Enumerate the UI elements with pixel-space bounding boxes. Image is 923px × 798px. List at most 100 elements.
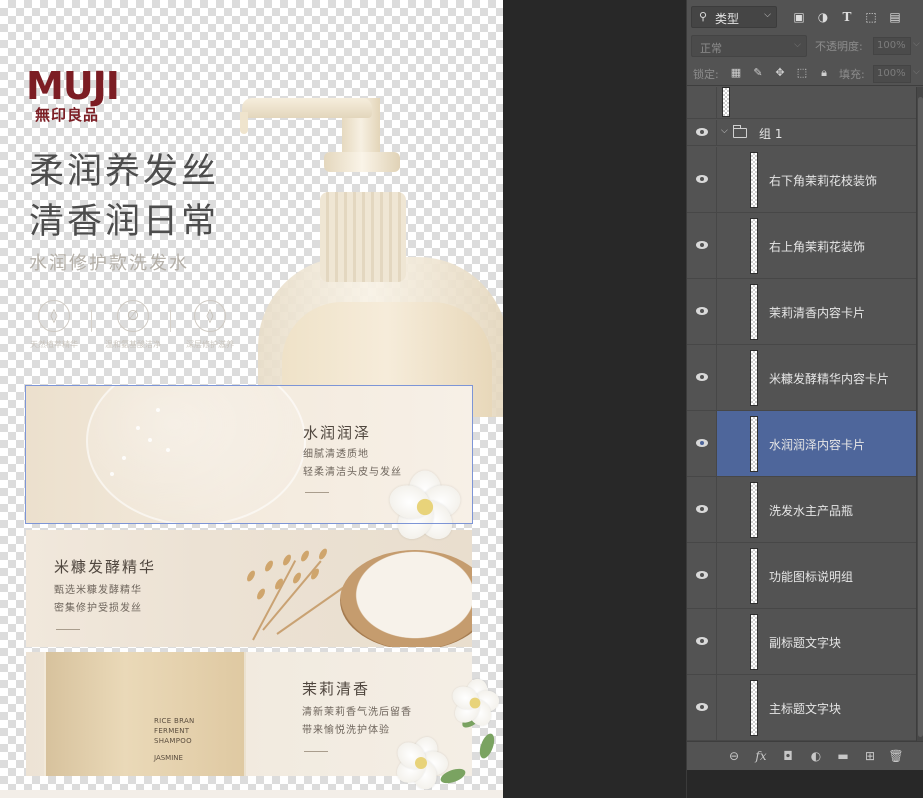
visibility-cell[interactable] xyxy=(687,675,717,740)
bottle-label-variant: JASMINE xyxy=(154,754,183,762)
rice-grain xyxy=(299,549,311,563)
rice-bowl-image xyxy=(340,550,472,647)
flower-center xyxy=(469,697,481,709)
eye-icon[interactable] xyxy=(696,240,708,249)
new-layer-icon[interactable]: ⊞ xyxy=(861,747,879,765)
add-mask-icon[interactable]: ◘ xyxy=(779,747,797,765)
layer-name: 茉莉清香内容卡片 xyxy=(769,305,866,320)
visibility-cell[interactable] xyxy=(687,147,717,212)
headline-line-2: 清香润日常 xyxy=(29,202,220,242)
fx-icon[interactable]: fx xyxy=(752,747,770,765)
lock-artboard-icon[interactable]: ⬚ xyxy=(795,66,809,80)
visibility-cell[interactable] xyxy=(687,279,717,344)
pump-collar xyxy=(324,152,400,172)
gel-bubble xyxy=(110,472,114,476)
shape-filter-icon[interactable]: ⬚ xyxy=(863,9,879,25)
layer-row[interactable]: 功能图标说明组 xyxy=(687,543,916,609)
trash-icon[interactable]: 🗑︎ xyxy=(887,747,905,765)
feature-divider xyxy=(91,310,92,332)
eye-icon[interactable] xyxy=(696,306,708,315)
eye-icon[interactable] xyxy=(696,128,708,136)
eye-icon[interactable] xyxy=(696,702,708,711)
eye-icon[interactable] xyxy=(696,636,708,645)
lock-position-icon[interactable]: ✥ xyxy=(773,66,787,80)
layer-row[interactable] xyxy=(687,87,916,119)
visibility-cell[interactable] xyxy=(687,120,717,146)
document-canvas[interactable]: MUJI 無印良品 柔润养发丝 清香润日常 水润修护款洗发水 ◊ 天然植萃精华 … xyxy=(0,0,503,798)
lock-transparency-icon[interactable]: ▦ xyxy=(729,66,743,80)
eye-icon[interactable] xyxy=(696,504,708,513)
group-name: 组 1 xyxy=(759,127,783,141)
layer-thumbnail xyxy=(750,482,758,538)
lock-all-icon[interactable]: 🔒︎ xyxy=(817,66,831,80)
layer-name: 右下角茉莉花枝装饰 xyxy=(769,173,878,188)
rice-grain xyxy=(245,569,257,583)
feature-label: 深层修护滋养 xyxy=(186,340,234,349)
image-filter-icon[interactable]: ▣ xyxy=(791,9,807,25)
link-layers-icon[interactable]: ⊖ xyxy=(725,747,743,765)
card-rice-bran[interactable]: 米糠发酵精华 甄选米糠发酵精华 密集修护受损发丝 xyxy=(26,530,472,647)
blend-mode-select[interactable]: 正常 ⌵ xyxy=(691,35,807,57)
visibility-cell[interactable] xyxy=(687,411,717,476)
bottle-label-line: SHAMPOO xyxy=(154,737,192,745)
visibility-cell[interactable] xyxy=(687,543,717,608)
visibility-cell[interactable] xyxy=(687,609,717,674)
smart-object-filter-icon[interactable]: ▤ xyxy=(887,9,903,25)
jasmine-flower-decoration-bottom xyxy=(391,733,449,793)
visibility-cell[interactable] xyxy=(687,213,717,278)
eye-icon[interactable] xyxy=(696,174,708,183)
bottle-label-line: RICE BRAN xyxy=(154,717,195,725)
jasmine-flower-decoration-top xyxy=(385,470,465,547)
filter-kind-select[interactable]: ⚲ 类型 ⌵ xyxy=(691,6,777,28)
layers-list: ⌵ 组 1 右下角茉莉花枝装饰 右上角茉莉花装饰 茉莉清香内容卡片 米糠发酵精华… xyxy=(687,87,916,741)
scrollbar-thumb[interactable] xyxy=(918,97,923,737)
panel-bottom-area xyxy=(687,770,923,798)
layer-thumbnail xyxy=(750,218,758,274)
card-desc-line-1: 清新茉莉香气洗后留香 xyxy=(302,707,412,718)
visibility-cell[interactable] xyxy=(687,87,717,118)
chevron-down-icon[interactable]: ⌵ xyxy=(913,67,920,77)
eye-icon[interactable] xyxy=(696,372,708,381)
fill-input[interactable]: 100% xyxy=(873,65,911,83)
chevron-down-icon[interactable]: ⌵ xyxy=(721,126,728,136)
gel-bubble xyxy=(148,438,152,442)
opacity-input[interactable]: 100% xyxy=(873,37,911,55)
layer-row[interactable]: 副标题文字块 xyxy=(687,609,916,675)
new-group-icon[interactable]: ▬ xyxy=(834,747,852,765)
layer-name: 主标题文字块 xyxy=(769,701,842,716)
layers-panel: ⚲ 类型 ⌵ ▣ ◑ T ⬚ ▤ 正常 ⌵ 不透明度: 100% ⌵ 锁定: ▦… xyxy=(686,0,923,798)
adjustment-layer-icon[interactable]: ◐ xyxy=(807,747,825,765)
flower-center xyxy=(416,498,434,516)
card-title: 水润润泽 xyxy=(303,424,372,442)
layer-row[interactable]: 右下角茉莉花枝装饰 xyxy=(687,147,916,213)
layer-row[interactable]: 茉莉清香内容卡片 xyxy=(687,279,916,345)
pump-cap xyxy=(320,192,406,282)
feature-item: ∅ 温和氨基酸洁净 xyxy=(103,300,163,350)
type-filter-icon[interactable]: T xyxy=(839,9,855,25)
lock-pixels-icon[interactable]: ✎ xyxy=(751,66,765,80)
layer-row[interactable]: 米糠发酵精华内容卡片 xyxy=(687,345,916,411)
layers-scrollbar[interactable] xyxy=(916,87,923,741)
group-row[interactable]: ⌵ 组 1 xyxy=(687,120,916,146)
visibility-cell[interactable] xyxy=(687,345,717,410)
layer-row-selected[interactable]: 水润润泽内容卡片 xyxy=(687,411,916,477)
leaf-icon: ∅ xyxy=(117,300,149,332)
chevron-down-icon[interactable]: ⌵ xyxy=(913,39,920,49)
layer-row[interactable]: 主标题文字块 xyxy=(687,675,916,741)
layer-row[interactable]: 右上角茉莉花装饰 xyxy=(687,213,916,279)
layer-name: 副标题文字块 xyxy=(769,635,842,650)
layer-thumbnail xyxy=(750,548,758,604)
eye-icon[interactable] xyxy=(696,438,708,447)
card-desc-line-1: 细腻清透质地 xyxy=(303,449,369,460)
layer-name: 水润润泽内容卡片 xyxy=(769,437,866,452)
pasteboard xyxy=(503,0,686,798)
visibility-cell[interactable] xyxy=(687,477,717,542)
logo-subtext: 無印良品 xyxy=(35,106,100,124)
subtitle: 水润修护款洗发水 xyxy=(29,253,189,274)
water-drop-icon: ◊ xyxy=(194,300,226,332)
eye-icon[interactable] xyxy=(696,570,708,579)
adjustment-filter-icon[interactable]: ◑ xyxy=(815,9,831,25)
layer-row[interactable]: 洗发水主产品瓶 xyxy=(687,477,916,543)
layer-name: 右上角茉莉花装饰 xyxy=(769,239,866,254)
chevron-down-icon: ⌵ xyxy=(764,10,771,20)
